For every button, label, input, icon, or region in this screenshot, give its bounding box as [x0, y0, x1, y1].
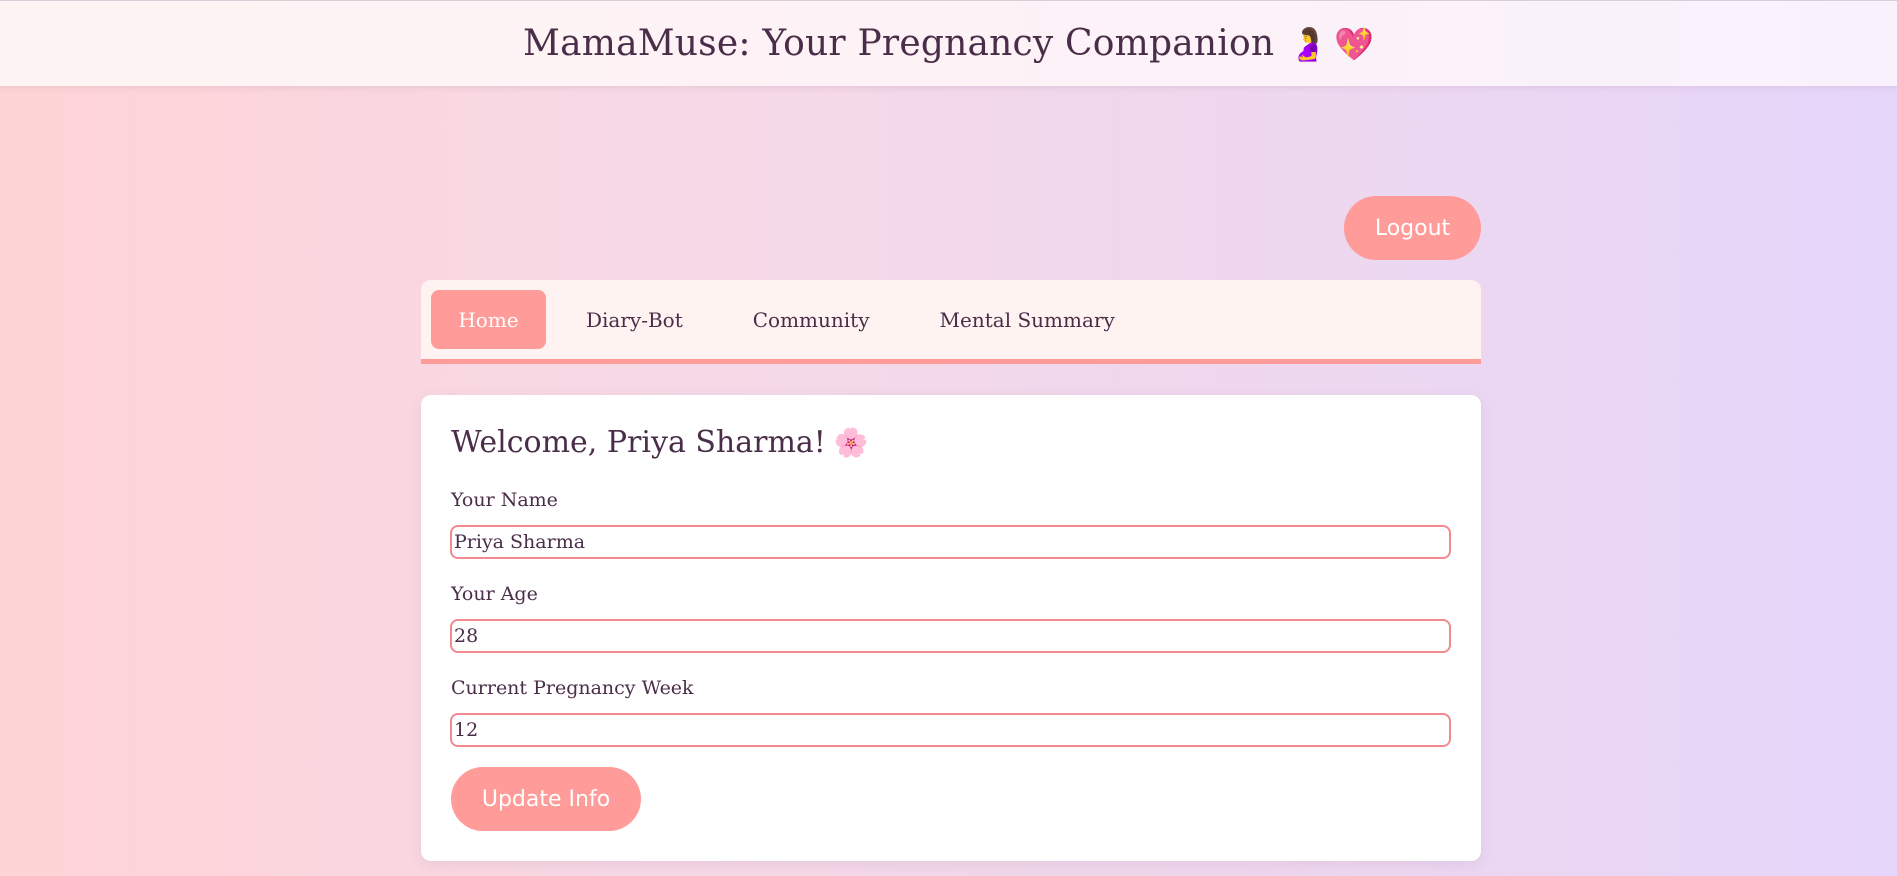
- cherry-blossom-icon: 🌸: [833, 426, 869, 459]
- name-field[interactable]: [450, 525, 1451, 559]
- pregnant-woman-icon: 🤰: [1288, 24, 1329, 63]
- tab-community[interactable]: Community: [753, 290, 870, 349]
- logout-button[interactable]: Logout: [1344, 196, 1481, 260]
- app-header: MamaMuse: Your Pregnancy Companion 🤰 💖: [0, 0, 1897, 86]
- age-label: Your Age: [451, 583, 538, 605]
- profile-card: Welcome, Priya Sharma!🌸 Your Name Your A…: [421, 395, 1481, 861]
- pregnancy-week-label: Current Pregnancy Week: [451, 677, 694, 699]
- tab-home[interactable]: Home: [431, 290, 546, 349]
- name-label: Your Name: [451, 489, 558, 511]
- update-info-button[interactable]: Update Info: [451, 767, 641, 831]
- main-nav: Home Diary-Bot Community Mental Summary: [421, 280, 1481, 364]
- tab-diary-bot[interactable]: Diary-Bot: [586, 290, 683, 349]
- age-field[interactable]: [450, 619, 1451, 653]
- tab-mental-summary[interactable]: Mental Summary: [940, 290, 1115, 349]
- pregnancy-week-field[interactable]: [450, 713, 1451, 747]
- app-title: MamaMuse: Your Pregnancy Companion: [523, 23, 1275, 64]
- welcome-text: Welcome, Priya Sharma!: [451, 425, 826, 460]
- sparkling-heart-icon: 💖: [1334, 24, 1374, 63]
- welcome-heading: Welcome, Priya Sharma! 🌸: [451, 425, 869, 460]
